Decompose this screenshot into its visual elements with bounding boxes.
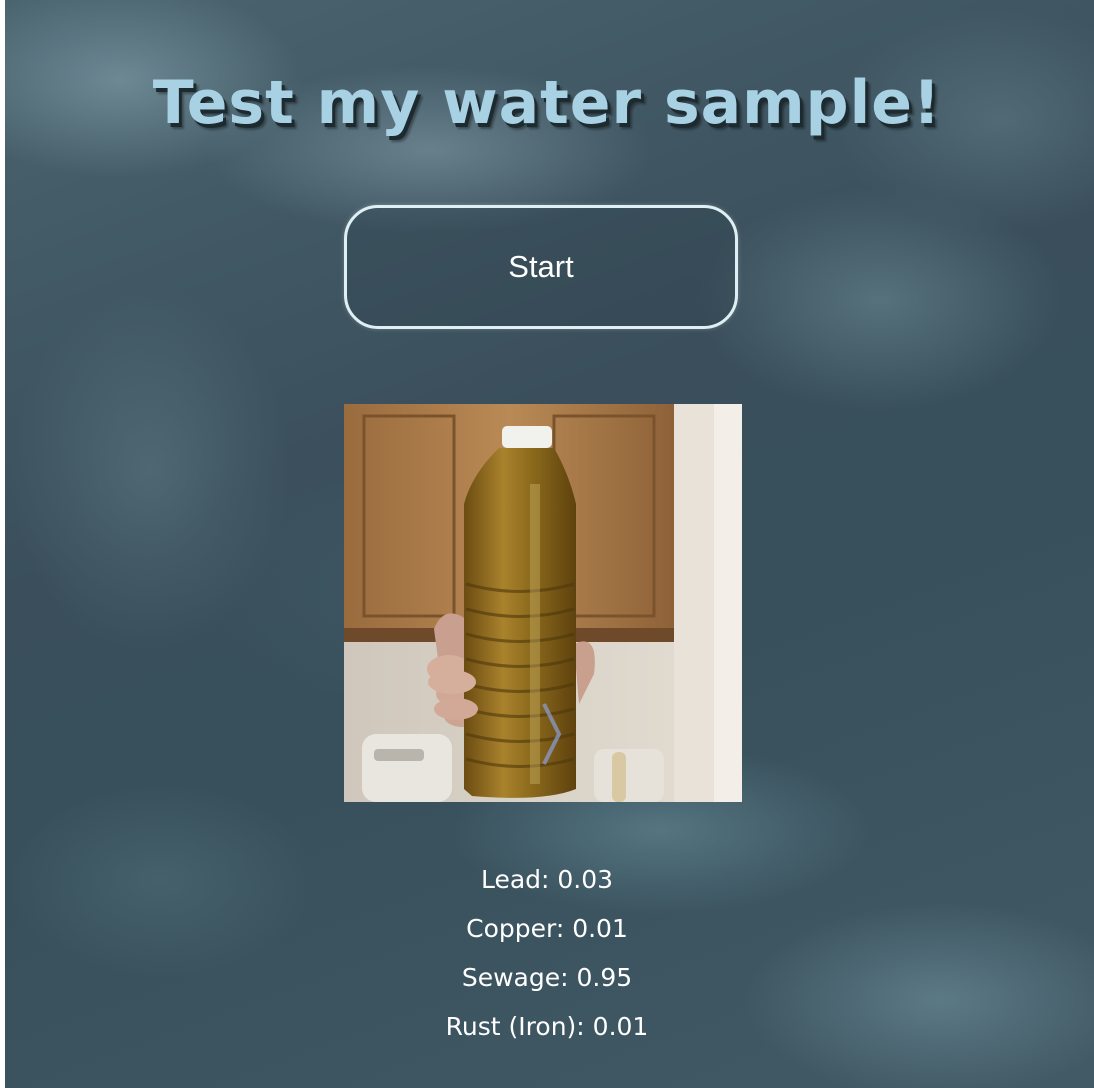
page-title: Test my water sample! [152, 68, 942, 138]
result-lead: Lead: 0.03 [480, 865, 614, 894]
sample-photo [344, 404, 742, 802]
results-list: Lead: 0.03 Copper: 0.01 Sewage: 0.95 Rus… [0, 855, 1094, 1051]
result-copper: Copper: 0.01 [466, 914, 628, 943]
result-sewage: Sewage: 0.95 [461, 963, 633, 992]
start-button[interactable]: Start [344, 205, 738, 329]
result-rust: Rust (Iron): 0.01 [445, 1012, 649, 1041]
water-bottle-photo-icon [344, 404, 742, 802]
